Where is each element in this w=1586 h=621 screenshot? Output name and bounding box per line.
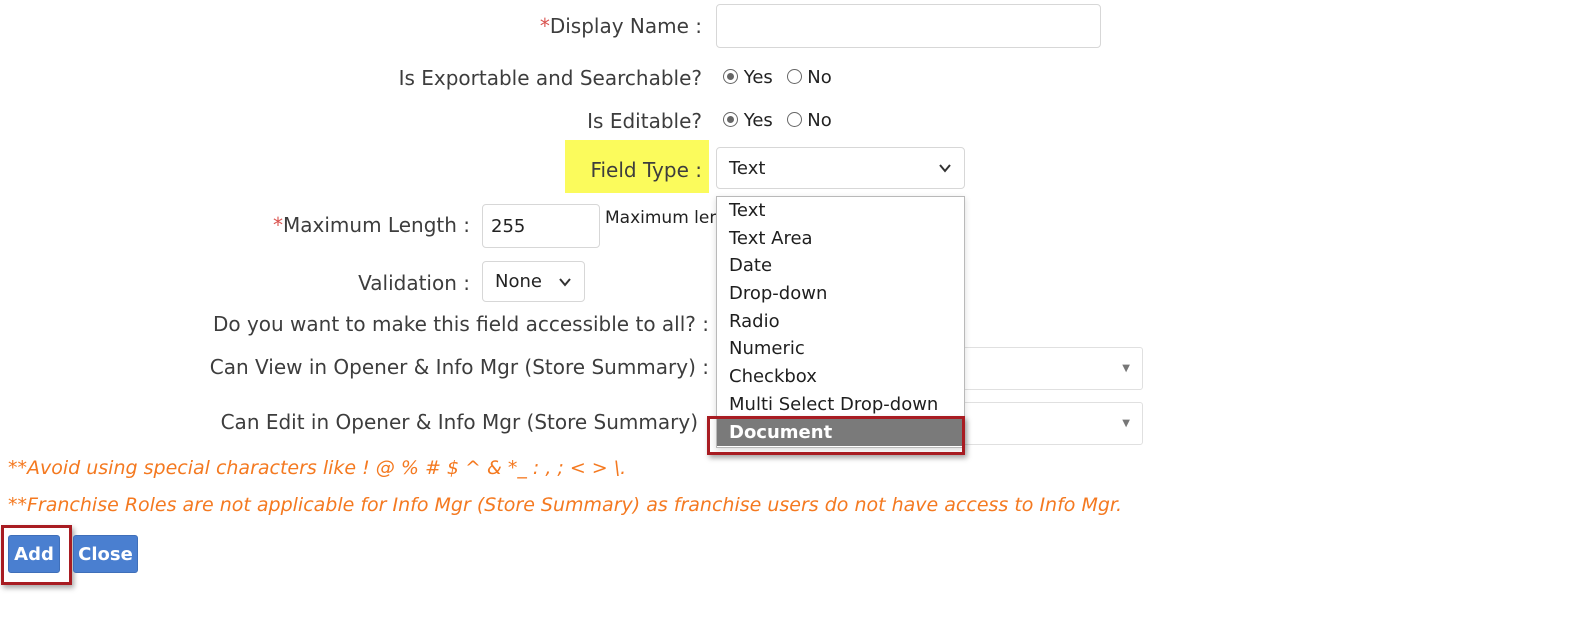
field-type-option[interactable]: Checkbox	[717, 363, 964, 391]
required-mark: *	[273, 213, 284, 237]
document-option-callout	[707, 416, 965, 455]
special-chars-note: **Avoid using special characters like ! …	[8, 457, 627, 479]
field-type-option[interactable]: Drop-down	[717, 280, 964, 308]
field-type-option[interactable]: Text Area	[717, 225, 964, 253]
max-length-label-text: Maximum Length :	[283, 213, 470, 237]
max-length-hint: Maximum len	[605, 208, 721, 228]
required-mark: *	[539, 14, 550, 38]
close-button[interactable]: Close	[73, 535, 138, 573]
accessible-label: Do you want to make this field accessibl…	[212, 312, 709, 336]
exportable-yes-label: Yes	[743, 67, 773, 88]
triangle-down-icon: ▼	[1122, 363, 1130, 374]
chevron-down-icon	[559, 277, 571, 287]
triangle-down-icon: ▼	[1122, 418, 1130, 429]
display-name-label-text: Display Name :	[549, 14, 702, 38]
max-length-label: *Maximum Length :	[273, 213, 470, 237]
validation-value: None	[495, 271, 542, 292]
field-type-option[interactable]: Text	[717, 197, 964, 225]
add-button[interactable]: Add	[8, 535, 60, 573]
editable-radio-group: Yes No	[723, 110, 832, 131]
validation-select[interactable]: None	[482, 261, 585, 302]
field-type-option[interactable]: Multi Select Drop-down	[717, 391, 964, 419]
max-length-input[interactable]: 255	[482, 204, 600, 248]
display-name-label: *Display Name :	[540, 14, 702, 38]
validation-label: Validation :	[358, 271, 470, 295]
editable-yes-label: Yes	[743, 110, 773, 131]
exportable-label: Is Exportable and Searchable?	[398, 66, 702, 90]
editable-no-label: No	[807, 110, 832, 131]
exportable-yes-radio[interactable]	[723, 69, 738, 84]
field-type-label: Field Type :	[590, 158, 702, 182]
exportable-no-radio[interactable]	[786, 69, 802, 84]
can-view-label: Can View in Opener & Info Mgr (Store Sum…	[209, 355, 709, 379]
exportable-radio-group: Yes No	[723, 67, 832, 88]
field-type-option[interactable]: Radio	[717, 308, 964, 336]
editable-yes-radio[interactable]	[723, 112, 738, 127]
field-type-option[interactable]: Date	[717, 252, 964, 280]
field-type-dropdown-list: Text Text Area Date Drop-down Radio Nume…	[716, 196, 965, 448]
display-name-input[interactable]	[716, 4, 1101, 48]
can-edit-label: Can Edit in Opener & Info Mgr (Store Sum…	[220, 410, 698, 434]
field-type-option[interactable]: Numeric	[717, 335, 964, 363]
editable-no-radio[interactable]	[786, 112, 802, 127]
field-type-value: Text	[729, 157, 766, 179]
exportable-no-label: No	[807, 67, 832, 88]
franchise-note: **Franchise Roles are not applicable for…	[8, 494, 1123, 516]
field-type-select[interactable]: Text	[716, 147, 965, 189]
chevron-down-icon	[939, 164, 951, 173]
editable-label: Is Editable?	[587, 109, 702, 133]
